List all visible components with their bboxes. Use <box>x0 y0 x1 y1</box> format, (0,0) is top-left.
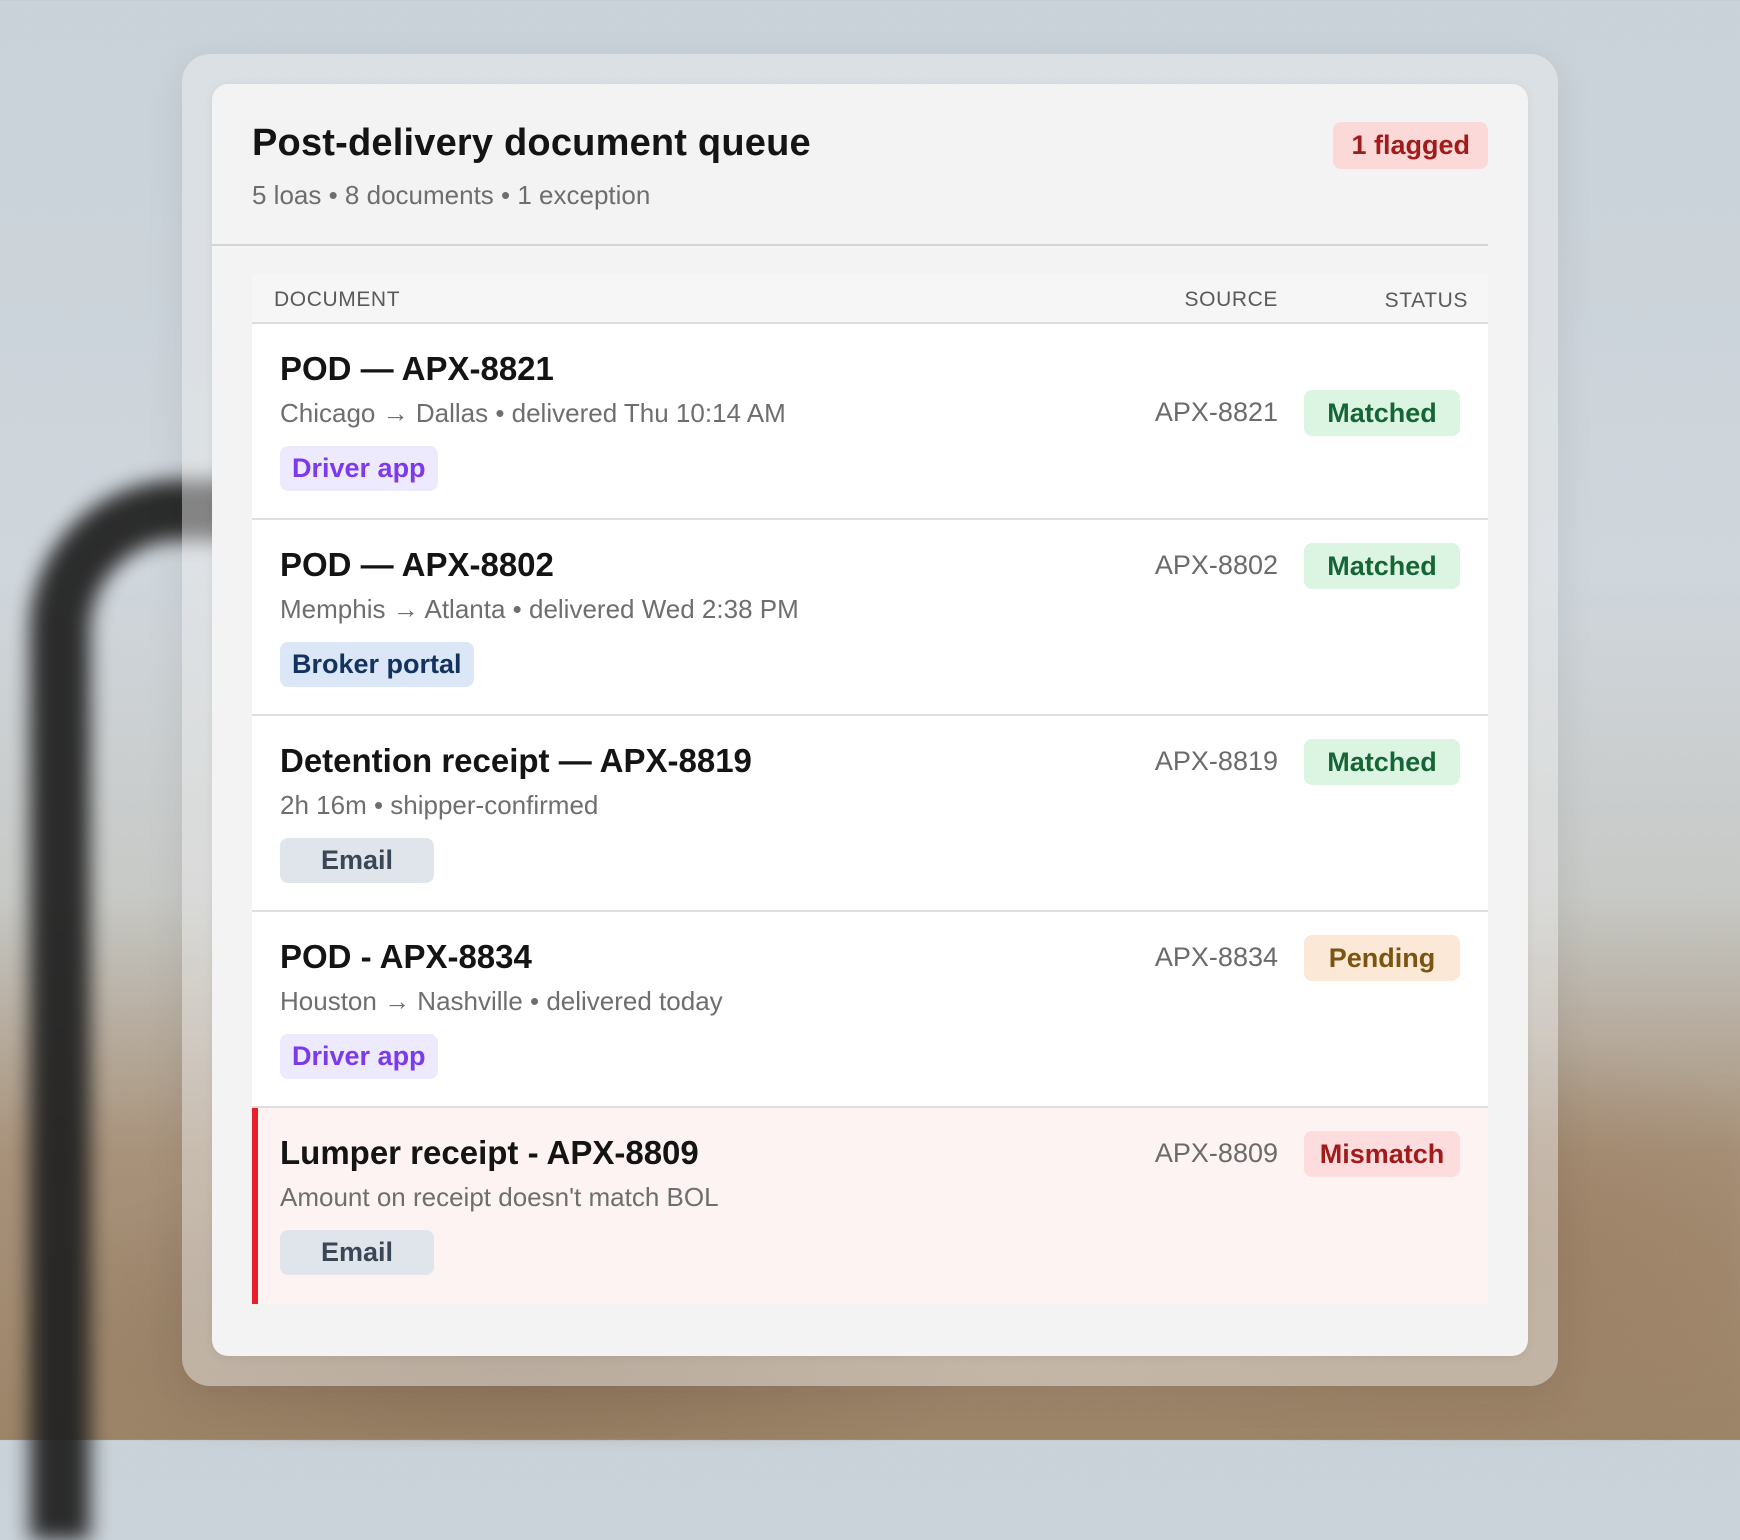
document-meta: 2h 16m • shipper-confirmed <box>280 790 599 820</box>
page-title: Post-delivery document queue <box>252 122 811 164</box>
source-tag: Driver app <box>280 446 438 491</box>
flagged-count-badge[interactable]: 1 flagged <box>1333 122 1488 169</box>
table-header: DOCUMENT SOURCE STATUS <box>252 274 1488 324</box>
source-id: APX-8821 <box>1154 397 1278 427</box>
status-badge: Mismatch <box>1304 1131 1460 1177</box>
document-title[interactable]: POD — APX-8802 <box>280 546 554 584</box>
column-header-document[interactable]: DOCUMENT <box>274 288 400 312</box>
table-row[interactable]: Detention receipt — APX-8819 2h 16m • sh… <box>252 716 1488 912</box>
column-header-status[interactable]: STATUS <box>1385 289 1468 313</box>
document-title[interactable]: POD - APX-8834 <box>280 938 532 976</box>
queue-summary: 5 loas • 8 documents • 1 exception <box>252 180 651 210</box>
document-meta: Amount on receipt doesn't match BOL <box>280 1182 719 1212</box>
source-id: APX-8809 <box>1154 1138 1278 1168</box>
document-title[interactable]: Detention receipt — APX-8819 <box>280 742 752 780</box>
table-row[interactable]: POD - APX-8834 Houston → Nashville • del… <box>252 912 1488 1108</box>
column-header-source[interactable]: SOURCE <box>1185 288 1278 312</box>
document-meta: Chicago → Dallas • delivered Thu 10:14 A… <box>280 398 786 428</box>
source-tag: Driver app <box>280 1034 438 1079</box>
document-meta: Memphis → Atlanta • delivered Wed 2:38 P… <box>280 594 799 624</box>
table-row[interactable]: POD — APX-8821 Chicago → Dallas • delive… <box>252 324 1488 520</box>
document-table: DOCUMENT SOURCE STATUS POD — APX-8821 Ch… <box>252 274 1488 1304</box>
document-meta: Houston → Nashville • delivered today <box>280 986 723 1016</box>
header-divider <box>212 244 1488 246</box>
source-tag: Broker portal <box>280 642 474 687</box>
document-title[interactable]: Lumper receipt - APX-8809 <box>280 1134 699 1172</box>
source-tag: Email <box>280 1230 434 1275</box>
table-row-flagged[interactable]: Lumper receipt - APX-8809 Amount on rece… <box>252 1108 1488 1304</box>
source-id: APX-8802 <box>1154 550 1278 580</box>
source-id: APX-8834 <box>1154 942 1278 972</box>
status-badge: Matched <box>1304 739 1460 785</box>
source-id: APX-8819 <box>1154 746 1278 776</box>
status-badge: Pending <box>1304 935 1460 981</box>
card-header: Post-delivery document queue 5 loas • 8 … <box>252 122 1488 242</box>
document-queue-card: Post-delivery document queue 5 loas • 8 … <box>212 84 1528 1356</box>
status-badge: Matched <box>1304 390 1460 436</box>
document-title[interactable]: POD — APX-8821 <box>280 350 554 388</box>
source-tag: Email <box>280 838 434 883</box>
status-badge: Matched <box>1304 543 1460 589</box>
table-row[interactable]: POD — APX-8802 Memphis → Atlanta • deliv… <box>252 520 1488 716</box>
